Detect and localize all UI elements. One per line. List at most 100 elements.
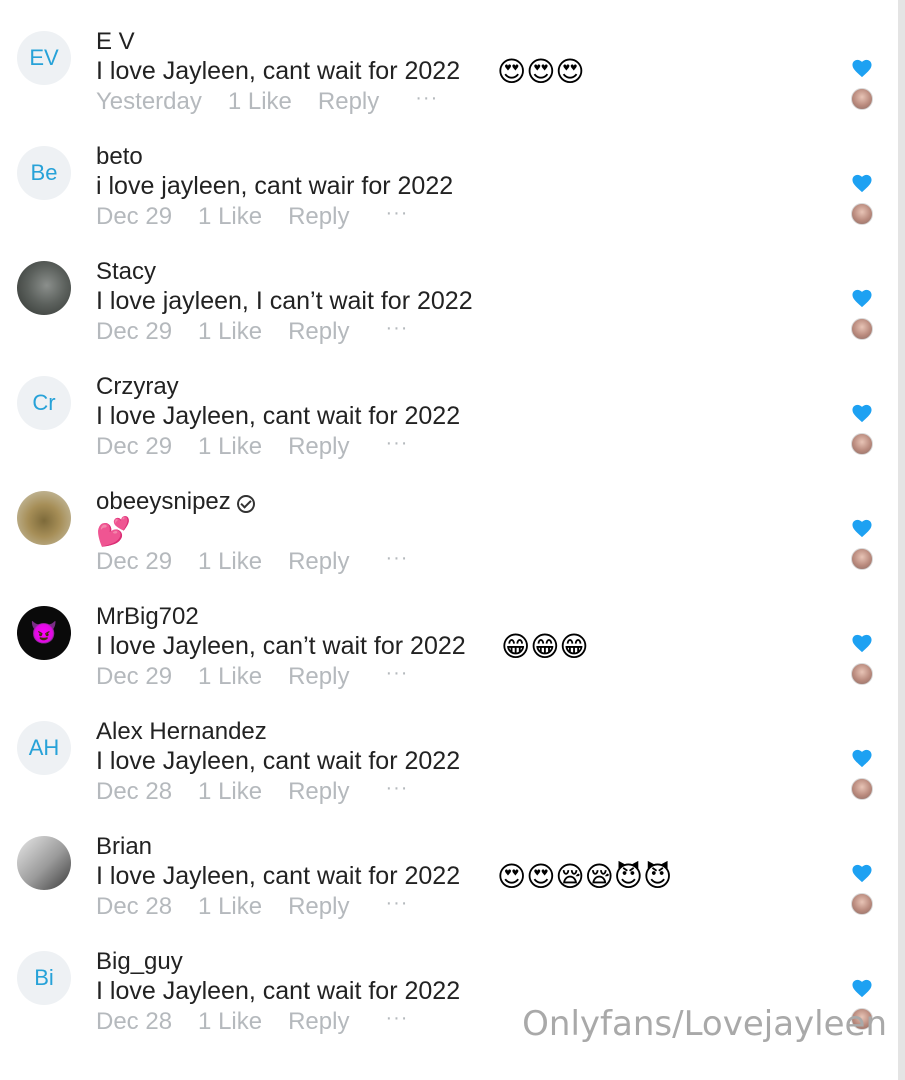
avatar[interactable]: EV: [17, 31, 71, 85]
comment-time: Dec 28: [96, 778, 173, 805]
more-options-icon[interactable]: ···: [385, 892, 408, 915]
comment-time: Dec 29: [96, 318, 173, 345]
comment-text: I love Jayleen, cant wait for 2022: [96, 402, 461, 430]
more-options-icon[interactable]: ···: [385, 432, 408, 455]
avatar[interactable]: AH: [17, 721, 71, 775]
more-options-icon[interactable]: ···: [385, 547, 408, 570]
comment-item: EV E V I love Jayleen, cant wait for 202…: [0, 28, 898, 144]
comment-item: Cr Crzyray I love Jayleen, cant wait for…: [0, 373, 898, 489]
like-count[interactable]: 1 Like: [198, 318, 262, 346]
comment-meta: Dec 29 1 Like Reply ···: [96, 547, 408, 576]
creator-like-avatar: [851, 548, 873, 570]
username-label[interactable]: Crzyray: [96, 373, 179, 401]
comment-username[interactable]: Brian: [96, 833, 152, 861]
comment-text: i love jayleen, cant wair for 2022: [96, 172, 454, 200]
comment-time: Dec 28: [96, 1008, 173, 1035]
comment-meta: Dec 28 1 Like Reply ···: [96, 1007, 408, 1036]
avatar[interactable]: [17, 836, 71, 890]
reply-button[interactable]: Reply: [288, 663, 349, 691]
reply-button[interactable]: Reply: [288, 318, 349, 346]
comment-meta: Dec 29 1 Like Reply ···: [96, 317, 408, 346]
like-count[interactable]: 1 Like: [198, 778, 262, 806]
username-label[interactable]: Big_guy: [96, 948, 183, 976]
comment-username[interactable]: Stacy: [96, 258, 156, 286]
comment-username[interactable]: Alex Hernandez: [96, 718, 267, 746]
watermark-text: Onlyfans/Lovejayleen: [522, 1004, 887, 1044]
username-label[interactable]: beto: [96, 143, 143, 171]
like-count[interactable]: 1 Like: [228, 88, 292, 116]
comment-emojis: 😁😁😁: [501, 631, 589, 662]
comment-text: I love Jayleen, cant wait for 2022: [96, 747, 461, 775]
comment-meta: Yesterday 1 Like Reply ···: [96, 87, 438, 116]
heart-icon[interactable]: [851, 403, 873, 423]
comment-text: I love Jayleen, cant wait for 2022: [96, 977, 461, 1005]
comment-emojis: 😍😍😍: [497, 56, 585, 87]
comment-meta: Dec 29 1 Like Reply ···: [96, 202, 408, 231]
creator-like-avatar: [851, 203, 873, 225]
creator-like-avatar: [851, 88, 873, 110]
creator-like-avatar: [851, 433, 873, 455]
comment-time: Dec 29: [96, 663, 173, 690]
username-label[interactable]: Stacy: [96, 258, 156, 286]
comment-item: Stacy I love jayleen, I can’t wait for 2…: [0, 258, 898, 374]
heart-icon[interactable]: [851, 518, 873, 538]
comment-time: Yesterday: [96, 88, 202, 115]
username-label[interactable]: Brian: [96, 833, 152, 861]
reply-button[interactable]: Reply: [288, 1008, 349, 1036]
reply-button[interactable]: Reply: [288, 203, 349, 231]
avatar[interactable]: [17, 261, 71, 315]
comment-username[interactable]: Big_guy: [96, 948, 183, 976]
more-options-icon[interactable]: ···: [385, 1007, 408, 1030]
like-count[interactable]: 1 Like: [198, 1008, 262, 1036]
comment-emojis: 💕: [96, 516, 131, 547]
like-count[interactable]: 1 Like: [198, 893, 262, 921]
username-label[interactable]: MrBig702: [96, 603, 199, 631]
heart-icon[interactable]: [851, 58, 873, 78]
comment-username[interactable]: obeeysnipez: [96, 488, 255, 516]
comment-text: I love jayleen, I can’t wait for 2022: [96, 287, 473, 315]
reply-button[interactable]: Reply: [288, 548, 349, 576]
heart-icon[interactable]: [851, 978, 873, 998]
heart-icon[interactable]: [851, 748, 873, 768]
heart-icon[interactable]: [851, 173, 873, 193]
comment-item: obeeysnipez 💕 Dec 29 1 Like Reply ···: [0, 488, 898, 604]
more-options-icon[interactable]: ···: [385, 317, 408, 340]
comment-time: Dec 29: [96, 548, 173, 575]
like-count[interactable]: 1 Like: [198, 548, 262, 576]
comment-username[interactable]: Crzyray: [96, 373, 179, 401]
like-count[interactable]: 1 Like: [198, 663, 262, 691]
username-label[interactable]: Alex Hernandez: [96, 718, 267, 746]
comment-username[interactable]: MrBig702: [96, 603, 199, 631]
heart-icon[interactable]: [851, 633, 873, 653]
heart-icon[interactable]: [851, 288, 873, 308]
comment-emojis: 😍😍😪😪😈😈: [497, 861, 673, 892]
avatar[interactable]: Be: [17, 146, 71, 200]
creator-like-avatar: [851, 663, 873, 685]
avatar[interactable]: 😈: [17, 606, 71, 660]
username-label[interactable]: E V: [96, 28, 135, 56]
reply-button[interactable]: Reply: [318, 88, 379, 116]
more-options-icon[interactable]: ···: [385, 777, 408, 800]
reply-button[interactable]: Reply: [288, 433, 349, 461]
comment-time: Dec 29: [96, 203, 173, 230]
heart-icon[interactable]: [851, 863, 873, 883]
comment-meta: Dec 28 1 Like Reply ···: [96, 777, 408, 806]
more-options-icon[interactable]: ···: [385, 662, 408, 685]
like-count[interactable]: 1 Like: [198, 433, 262, 461]
reply-button[interactable]: Reply: [288, 778, 349, 806]
comment-username[interactable]: beto: [96, 143, 143, 171]
creator-like-avatar: [851, 778, 873, 800]
username-label[interactable]: obeeysnipez: [96, 488, 231, 516]
avatar[interactable]: Cr: [17, 376, 71, 430]
like-count[interactable]: 1 Like: [198, 203, 262, 231]
more-options-icon[interactable]: ···: [415, 87, 438, 110]
reply-button[interactable]: Reply: [288, 893, 349, 921]
avatar[interactable]: Bi: [17, 951, 71, 1005]
more-options-icon[interactable]: ···: [385, 202, 408, 225]
comment-meta: Dec 29 1 Like Reply ···: [96, 432, 408, 461]
comment-item: Be beto i love jayleen, cant wair for 20…: [0, 143, 898, 259]
comment-username[interactable]: E V: [96, 28, 135, 56]
avatar[interactable]: [17, 491, 71, 545]
comment-meta: Dec 29 1 Like Reply ···: [96, 662, 408, 691]
comment-time: Dec 29: [96, 433, 173, 460]
